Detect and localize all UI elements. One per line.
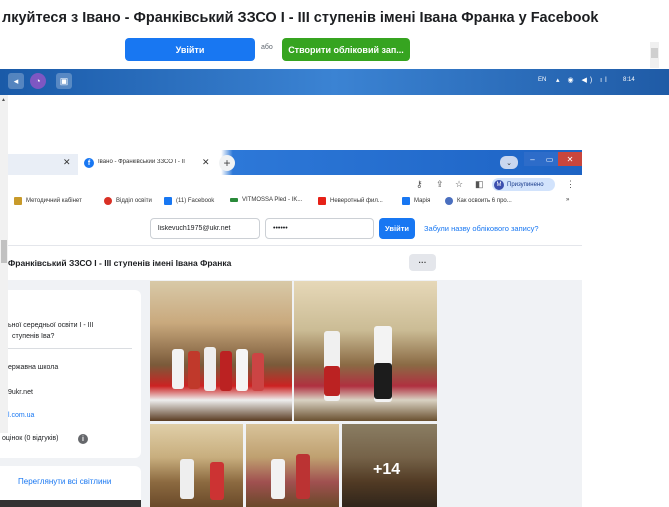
browser-window: ✕ f Івано - Франківський ЗЗСО І - ІІ ✕ +… [0, 150, 582, 507]
scroll-up-arrow-icon[interactable]: ▲ [1, 97, 6, 103]
banner-title: лкуйтеся з Івано - Франківський ЗЗСО І -… [2, 10, 599, 26]
bookmark-icon [104, 197, 112, 205]
photo-group-performance[interactable] [150, 281, 292, 421]
intro-email[interactable]: 9ukr.net [8, 389, 33, 396]
more-photos-count[interactable]: +14 [373, 461, 400, 479]
bookmark-icon [230, 198, 238, 202]
more-options-button[interactable]: ··· [409, 254, 436, 271]
intro-description-cont: ступенів Іва? [12, 333, 55, 340]
banner-create-account-button[interactable]: Створити обліковий зап... [282, 38, 410, 61]
or-separator: або [261, 44, 273, 51]
intro-description: ьної середньої освіти І - ІІІ [8, 322, 94, 329]
bookmark-item[interactable]: Как освоить 6 про... [445, 197, 512, 205]
bookmark-item[interactable]: VITMOSSA Pled - IK... [230, 197, 302, 203]
banner-login-button[interactable]: Увійти [125, 38, 255, 61]
side-panel-icon[interactable]: ◧ [475, 179, 484, 190]
bookmark-icon [445, 197, 453, 205]
maximize-icon[interactable]: ▭ [541, 152, 558, 166]
photo-thumbnail-strip[interactable] [0, 500, 141, 507]
info-icon[interactable]: i [78, 434, 88, 444]
tab-active-close-icon[interactable]: ✕ [202, 157, 210, 168]
key-icon[interactable]: ⚷ [416, 179, 423, 190]
intro-rating: оцінок (0 відгуків) [2, 435, 59, 442]
close-window-icon[interactable]: ✕ [558, 152, 582, 166]
photo-stage-scene-1[interactable] [150, 424, 243, 507]
viber-icon[interactable]: ◔ [30, 73, 46, 89]
new-tab-button[interactable]: + [219, 155, 235, 171]
intro-category: ержавна школа [8, 364, 59, 371]
taskbar-back-icon[interactable]: ◂ [8, 73, 24, 89]
email-field[interactable] [150, 218, 260, 239]
bookmarks-bar: Методичний кабінет Відділ освіти (11) Fa… [0, 194, 582, 210]
bookmark-icon [402, 197, 410, 205]
profile-avatar: M [494, 179, 504, 190]
bookmarks-overflow-icon[interactable]: » [566, 197, 569, 203]
bookmark-item[interactable]: (11) Facebook [164, 197, 214, 205]
windows-taskbar: ◂ ◔ ▣ EN ▴ ◉ ◀) ıl 8:14 [0, 69, 669, 95]
minimize-icon[interactable]: – [524, 152, 541, 166]
password-field[interactable] [265, 218, 374, 239]
window-app-icon[interactable]: ▣ [56, 73, 72, 89]
banner-scroll-thumb[interactable] [651, 48, 658, 58]
login-button[interactable]: Увійти [379, 218, 415, 239]
see-all-photos-link[interactable]: Переглянути всі світлини [18, 477, 111, 486]
profile-button[interactable]: M Призупинено [492, 178, 555, 191]
profile-status-label: Призупинено [507, 181, 544, 188]
intro-card [0, 290, 141, 458]
bookmark-item[interactable]: Неверотный фил... [318, 197, 383, 205]
intro-website-link[interactable]: l.com.ua [8, 412, 34, 419]
intro-divider [8, 348, 132, 349]
browser-menu-icon[interactable]: ⋮ [566, 179, 575, 190]
photo-stage-scene-2[interactable] [246, 424, 339, 507]
tab-active-title: Івано - Франківський ЗЗСО І - ІІ [98, 159, 185, 165]
tab-search-chevron-icon[interactable]: ⌄ [500, 156, 518, 169]
tab-close-icon[interactable]: ✕ [63, 157, 71, 168]
facebook-favicon-icon: f [84, 158, 94, 168]
window-controls: – ▭ ✕ [524, 152, 582, 166]
language-indicator[interactable]: EN [538, 77, 546, 83]
page-title: Франківський ЗЗСО І - ІІІ ступенів імені… [8, 258, 232, 268]
bookmark-icon [14, 197, 22, 205]
tray-icons[interactable]: ▴ ◉ ◀) ıl [556, 76, 610, 84]
bookmark-item[interactable]: Методичний кабінет [14, 197, 82, 205]
left-scroll-thumb[interactable] [1, 240, 7, 263]
share-icon[interactable]: ⇪ [436, 179, 444, 190]
star-icon[interactable]: ☆ [455, 179, 463, 190]
login-prompt-banner: лкуйтеся з Івано - Франківський ЗЗСО І -… [0, 0, 669, 68]
bookmark-item[interactable]: Марія [402, 197, 430, 205]
left-scrollbar[interactable] [0, 95, 8, 433]
bookmark-item[interactable]: Відділ освіти [104, 197, 152, 205]
browser-toolbar: ⚷ ⇪ ☆ ◧ M Призупинено ⋮ [0, 175, 582, 194]
tray-clock[interactable]: 8:14 [623, 77, 635, 83]
bookmark-icon [164, 197, 172, 205]
forgot-account-link[interactable]: Забули назву облікового запису? [424, 224, 539, 233]
photo-dance-performance[interactable] [294, 281, 437, 421]
bookmark-icon [318, 197, 326, 205]
tab-strip: ✕ f Івано - Франківський ЗЗСО І - ІІ ✕ +… [0, 150, 582, 175]
